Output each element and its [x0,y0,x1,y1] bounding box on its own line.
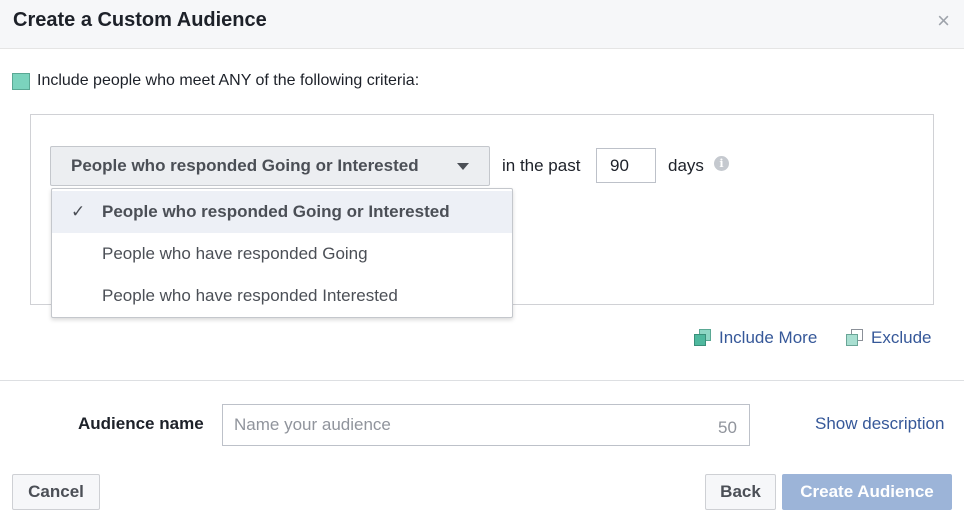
dropdown-option-going[interactable]: People who have responded Going [52,233,512,275]
days-input[interactable] [596,148,656,183]
exclude-icon [846,329,864,347]
event-response-select[interactable]: People who responded Going or Interested [50,146,490,186]
include-swatch-icon [12,72,30,90]
cancel-button[interactable]: Cancel [12,474,100,510]
divider [0,380,964,381]
exclude-label: Exclude [871,328,932,347]
days-label: days [668,156,704,175]
exclude-link[interactable]: Exclude [846,328,931,348]
back-button[interactable]: Back [705,474,776,510]
audience-name-label: Audience name [78,414,204,433]
dropdown-option-going-or-interested[interactable]: ✓ People who responded Going or Interest… [52,191,512,233]
dropdown-option-label: People who responded Going or Interested [102,202,450,221]
character-count: 50 [718,418,737,437]
dialog-title: Create a Custom Audience [13,9,267,31]
dropdown-option-label: People who have responded Going [102,244,368,263]
dialog-header: Create a Custom Audience × [0,0,964,49]
dropdown-option-interested[interactable]: People who have responded Interested [52,275,512,317]
criteria-row: Include people who meet ANY of the follo… [12,72,419,90]
event-response-select-label: People who responded Going or Interested [71,156,419,175]
create-audience-button[interactable]: Create Audience [782,474,952,510]
include-more-icon [694,329,712,347]
show-description-link[interactable]: Show description [815,414,944,434]
info-icon[interactable]: i [714,156,729,171]
caret-down-icon [457,163,469,170]
in-the-past-label: in the past [502,156,581,175]
include-more-label: Include More [719,328,818,347]
close-icon[interactable]: × [937,10,950,32]
event-response-dropdown-menu: ✓ People who responded Going or Interest… [51,188,513,318]
audience-name-input[interactable] [222,404,750,446]
dropdown-option-label: People who have responded Interested [102,286,398,305]
checkmark-icon: ✓ [71,202,86,221]
include-more-link[interactable]: Include More [694,328,817,348]
criteria-text: Include people who meet ANY of the follo… [37,72,420,89]
